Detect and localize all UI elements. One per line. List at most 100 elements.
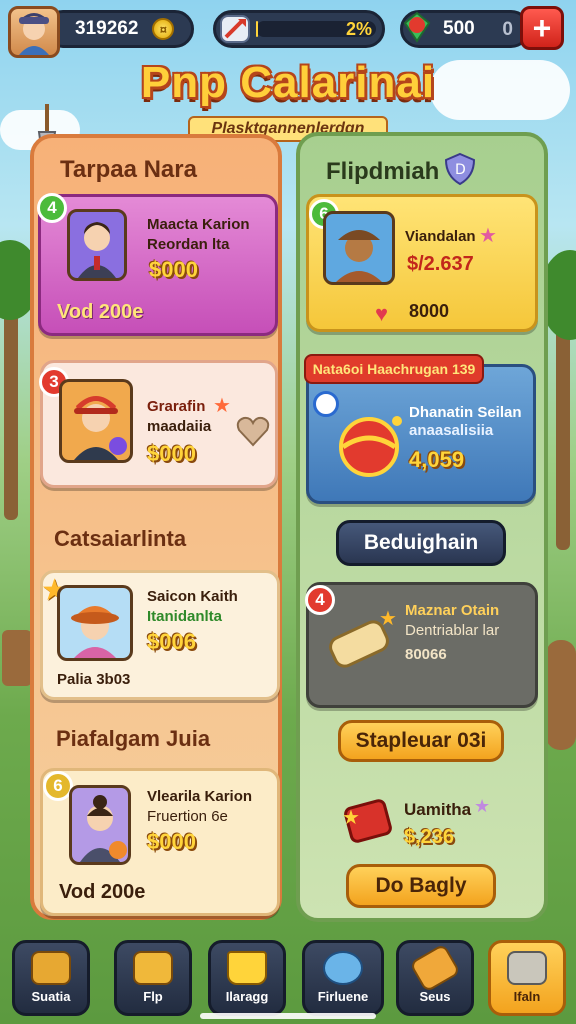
buy-button[interactable]: Do Bagly [346, 864, 496, 908]
card-price: $000 [147, 829, 196, 854]
orb-icon [329, 407, 409, 487]
card-price: 4,059 [409, 447, 465, 472]
star-icon: ★ [474, 796, 491, 816]
nav-item-6[interactable]: Ifaln [488, 940, 566, 1016]
card-title: Grarafin [147, 398, 206, 415]
chest-icon [31, 951, 71, 985]
progress-fill [256, 21, 259, 37]
item-title: Uamitha [404, 800, 472, 819]
card-title: Vlearila Karion [147, 788, 253, 805]
tree-stump [546, 640, 576, 750]
card-title: Maacta Karion [147, 216, 250, 233]
nav-label: Flp [143, 989, 163, 1004]
card-title: Viandalan [405, 228, 476, 245]
nav-label: Ifaln [513, 989, 541, 1004]
character-portrait [57, 585, 133, 661]
nav-item-1[interactable]: Suatia [12, 940, 90, 1016]
nav-item-4[interactable]: Firluene [302, 940, 384, 1016]
card-price: $/2.637 [407, 253, 474, 275]
character-card[interactable]: ★ Saicon Kaith Itanidanlta $006 Palia 3b… [40, 570, 280, 700]
svg-text:★: ★ [379, 607, 397, 630]
tree-stump [2, 630, 32, 686]
card-title: Dhanatin Seilan [409, 404, 522, 421]
nav-label: Seus [419, 989, 451, 1004]
section-heading: Catsaiarlinta [54, 526, 187, 551]
right-panel-heading: Flipdmiah [326, 158, 440, 185]
character-card[interactable]: 3 Grarafin ★ maadaiia $000 [39, 360, 278, 488]
fish-icon [323, 951, 363, 985]
card-subtitle: Reordan lta [147, 236, 230, 253]
shield-icon: D [444, 152, 476, 186]
nav-label: Suatia [31, 989, 71, 1004]
card-subtitle: Fruertion 6e [147, 808, 228, 825]
player-avatar[interactable] [8, 6, 60, 58]
nav-item-5[interactable]: Seus [396, 940, 474, 1016]
star-icon: ★ [479, 225, 497, 247]
scroll-icon: ★ [321, 606, 399, 677]
card-subtitle: Dentriablar lar [405, 622, 500, 639]
home-indicator[interactable] [200, 1013, 376, 1019]
card-price: $000 [149, 257, 198, 282]
item-card[interactable]: Dhanatin Seilan anaasalisiia 4,059 [306, 364, 536, 504]
card-title: Saicon Kaith [147, 588, 238, 605]
robot-icon [507, 951, 547, 985]
card-price: $006 [147, 629, 196, 654]
coin-icon: ¤ [152, 18, 175, 40]
left-panel: Tarpaa Nara 4 Maacta Karion Reordan lta … [30, 134, 282, 920]
add-gems-button[interactable]: + [520, 6, 564, 50]
character-card[interactable]: 4 Maacta Karion Reordan lta $000 Vod 200… [37, 193, 278, 336]
gem-icon [399, 9, 435, 45]
character-portrait [69, 785, 131, 865]
nav-label: Firluene [317, 989, 369, 1004]
nav-item-2[interactable]: Flp [114, 940, 192, 1016]
progress-pill: 2% [213, 10, 385, 48]
palm-trunk [556, 320, 570, 550]
character-portrait [323, 211, 395, 285]
game-title: Pnp Calarinai [140, 58, 436, 107]
card-footer: Vod 200e [57, 301, 144, 323]
card-badge: 4 [37, 193, 67, 223]
card-subtitle: Itanidanlta [147, 608, 223, 625]
card-subtitle: anaasalisiia [409, 422, 494, 439]
item-price: $,236 [404, 826, 455, 848]
offer-banner: Nata6oi Haachrugan 139 [304, 354, 484, 384]
sword-icon [409, 943, 461, 993]
character-card[interactable]: 6 Vlearila Karion Fruertion 6e $000 Vod … [40, 768, 280, 916]
card-footer: 8000 [409, 301, 450, 321]
card-title: Maznar Otain [405, 602, 500, 619]
heart-icon[interactable] [235, 413, 271, 449]
map-icon [220, 15, 250, 43]
card-footer: Vod 200e [59, 881, 146, 903]
gems-side: 0 [502, 19, 513, 40]
gems-pill: 500 0 [400, 10, 530, 48]
palm-trunk [4, 300, 18, 520]
treasure-icon [133, 951, 173, 985]
heart-icon: ♥ [375, 301, 389, 326]
svg-text:D: D [455, 162, 466, 178]
character-card[interactable]: 6 Viandalan ★ $/2.637 ♥ 8000 [306, 194, 538, 332]
crown-icon [227, 951, 267, 985]
nav-item-3[interactable]: Ilaragg [208, 940, 286, 1016]
crate-icon: ★ [340, 796, 396, 844]
nav-label: Ilaragg [225, 989, 269, 1004]
star-icon: ★ [213, 395, 231, 417]
section-heading: Piafalgam Juia [56, 726, 211, 751]
purchase-button[interactable]: Stapleuar 03i [338, 720, 504, 762]
card-subtitle: maadaiia [147, 418, 212, 435]
right-panel: Flipdmiah D 6 Viandalan ★ $/2.637 ♥ 8000… [296, 132, 548, 922]
action-button[interactable]: Beduighain [336, 520, 506, 566]
left-panel-heading: Tarpaa Nara [60, 156, 197, 183]
score-pill: 319262 ¤ [44, 10, 194, 48]
gems-count: 500 [443, 18, 475, 39]
top-bar: 319262 ¤ 2% 500 0 + [8, 6, 568, 58]
player-score: 319262 [75, 18, 139, 39]
item-card[interactable]: 4 ★ Maznar Otain Dentriablar lar 80066 [305, 582, 538, 708]
character-portrait [67, 209, 127, 281]
card-price: 80066 [405, 646, 447, 663]
character-portrait [59, 379, 133, 463]
progress-label: 2% [345, 19, 372, 39]
card-price: $000 [147, 441, 196, 466]
svg-text:★: ★ [342, 805, 360, 829]
card-footer: Palia 3b03 [57, 671, 131, 688]
bottom-nav: Suatia Flp Ilaragg Firluene Seus Ifaln [0, 934, 576, 1024]
